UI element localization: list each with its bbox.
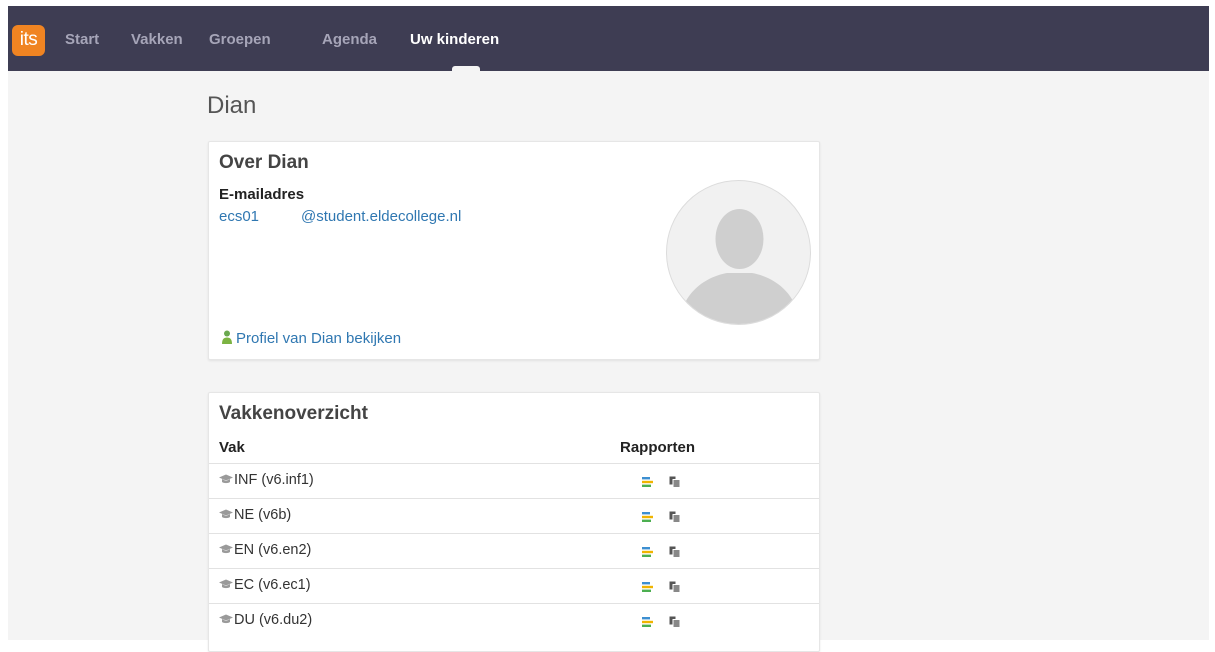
email-label: E-mailadres [219, 186, 305, 203]
course-link[interactable]: INF (v6.inf1) [219, 472, 314, 488]
report-copy-icon[interactable] [669, 545, 681, 558]
report-bars-icon[interactable] [642, 615, 654, 627]
course-name: DU (v6.du2) [234, 612, 313, 628]
column-header-vak: Vak [219, 439, 245, 456]
course-list: INF (v6.inf1) NE (v6b) EN (v6.en2) EC (v… [209, 463, 819, 638]
course-row: INF (v6.inf1) [209, 463, 819, 498]
report-copy-icon[interactable] [669, 510, 681, 523]
course-row: DU (v6.du2) [209, 603, 819, 638]
default-avatar-icon [666, 180, 811, 325]
view-profile-label: Profiel van Dian bekijken [236, 330, 402, 347]
about-card-title: Over Dian [219, 152, 309, 173]
about-card: Over Dian E-mailadres ecs01 @student.elde… [208, 141, 820, 360]
page-title: Dian [207, 92, 257, 119]
graduation-cap-icon [219, 472, 233, 484]
course-link[interactable]: EC (v6.ec1) [219, 577, 311, 593]
active-tab-indicator [452, 66, 480, 71]
course-name: NE (v6b) [234, 507, 292, 523]
report-copy-icon[interactable] [669, 475, 681, 488]
email-link[interactable]: ecs01 @student.eldecollege.nl [219, 208, 461, 225]
nav-vakken[interactable]: Vakken [131, 31, 183, 48]
course-link[interactable]: DU (v6.du2) [219, 612, 312, 628]
report-bars-icon[interactable] [642, 545, 654, 557]
person-icon [221, 330, 233, 344]
courses-card-title: Vakkenoverzicht [219, 403, 368, 424]
courses-card: Vakkenoverzicht Vak Rapporten INF (v6.in… [208, 392, 820, 652]
email-domain: @student.eldecollege.nl [301, 208, 462, 225]
report-bars-icon[interactable] [642, 475, 654, 487]
nav-agenda[interactable]: Agenda [322, 31, 377, 48]
course-row: EN (v6.en2) [209, 533, 819, 568]
course-name: EC (v6.ec1) [234, 577, 311, 593]
nav-groepen[interactable]: Groepen [209, 31, 271, 48]
report-bars-icon[interactable] [642, 580, 654, 592]
graduation-cap-icon [219, 577, 233, 589]
course-row: NE (v6b) [209, 498, 819, 533]
course-row: EC (v6.ec1) [209, 568, 819, 603]
nav-start[interactable]: Start [65, 31, 99, 48]
nav-uw-kinderen[interactable]: Uw kinderen [410, 31, 499, 48]
graduation-cap-icon [219, 542, 233, 554]
report-copy-icon[interactable] [669, 615, 681, 628]
graduation-cap-icon [219, 612, 233, 624]
view-profile-link[interactable]: Profiel van Dian bekijken [221, 330, 401, 347]
course-name: INF (v6.inf1) [234, 472, 314, 488]
email-user: ecs01 [219, 208, 260, 225]
column-header-rapporten: Rapporten [620, 439, 695, 456]
course-name: EN (v6.en2) [234, 542, 312, 558]
graduation-cap-icon [219, 507, 233, 519]
report-bars-icon[interactable] [642, 510, 654, 522]
app-frame: its Start Vakken Groepen Agenda Uw kinde… [8, 6, 1209, 652]
course-link[interactable]: EN (v6.en2) [219, 542, 311, 558]
course-link[interactable]: NE (v6b) [219, 507, 291, 523]
its-logo[interactable]: its [12, 25, 45, 56]
report-copy-icon[interactable] [669, 580, 681, 593]
top-navbar: its Start Vakken Groepen Agenda Uw kinde… [8, 6, 1209, 71]
